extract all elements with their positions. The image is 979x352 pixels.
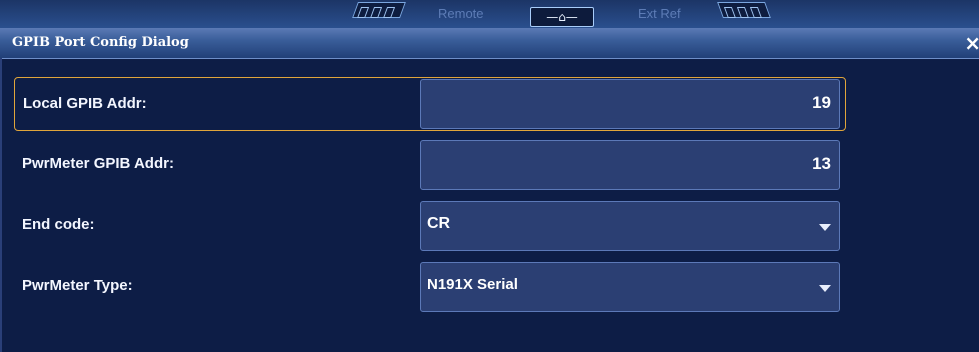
end-code-select[interactable]: CR — [420, 201, 840, 251]
pwrmeter-type-label: PwrMeter Type: — [22, 277, 133, 294]
local-gpib-addr-label: Local GPIB Addr: — [23, 95, 147, 112]
home-icon: —⌂— — [546, 10, 578, 24]
local-gpib-addr-value: 19 — [812, 93, 831, 112]
top-status-strip: Remote —⌂— Ext Ref — [0, 0, 979, 28]
local-gpib-addr-input[interactable]: 19 — [420, 79, 840, 129]
pwrmeter-gpib-addr-label: PwrMeter GPIB Addr: — [22, 155, 174, 172]
decor-bars-right-icon — [717, 2, 771, 18]
dialog-left-edge — [0, 58, 2, 352]
extref-indicator: Ext Ref — [638, 6, 681, 21]
pwrmeter-gpib-addr-value: 13 — [812, 154, 831, 173]
chevron-down-icon — [819, 224, 831, 231]
pwrmeter-type-select[interactable]: N191X Serial — [420, 262, 840, 312]
end-code-value: CR — [427, 215, 451, 232]
gpib-port-config-dialog: Remote —⌂— Ext Ref GPIB Port Config Dial… — [0, 0, 979, 352]
decor-bars-left-icon — [352, 2, 406, 18]
end-code-label: End code: — [22, 216, 95, 233]
remote-indicator: Remote — [438, 6, 484, 21]
chevron-down-icon — [819, 285, 831, 292]
home-button[interactable]: —⌂— — [530, 7, 594, 27]
pwrmeter-type-value: N191X Serial — [427, 276, 518, 293]
dialog-title-bar: GPIB Port Config Dialog × — [0, 28, 979, 59]
pwrmeter-gpib-addr-input[interactable]: 13 — [420, 140, 840, 190]
dialog-title: GPIB Port Config Dialog — [12, 35, 189, 50]
close-icon[interactable]: × — [964, 33, 979, 53]
